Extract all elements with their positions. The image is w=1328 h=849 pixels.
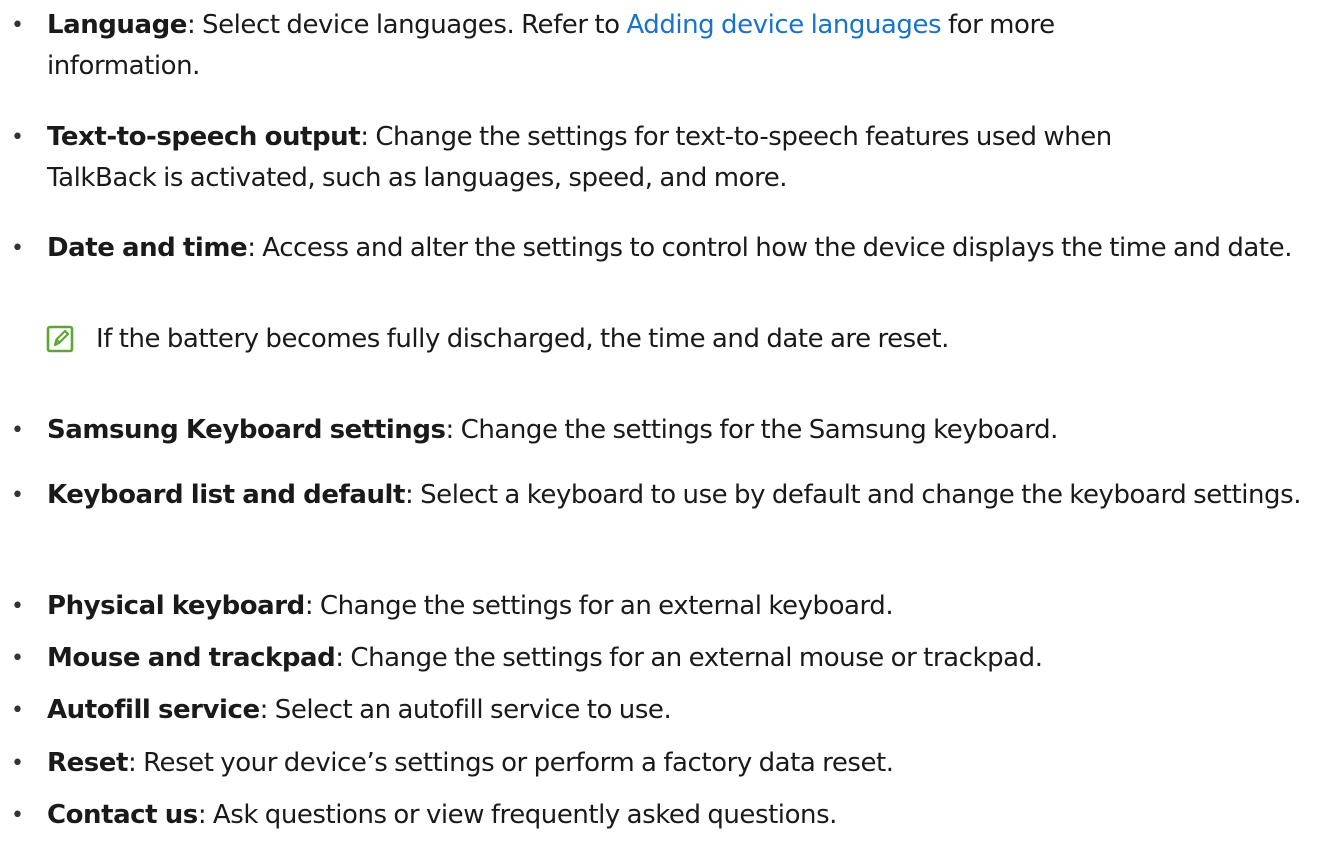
link-adding-device-languages[interactable]: Adding device languages <box>626 10 941 40</box>
term-date-and-time: Date and time <box>47 233 248 263</box>
note-pencil-icon <box>46 325 74 353</box>
bullet: • <box>11 751 24 776</box>
desc-physical-keyboard: : Change the settings for an external ke… <box>304 591 894 621</box>
term-physical-keyboard: Physical keyboard <box>47 591 305 621</box>
note-battery: If the battery becomes fully discharged,… <box>0 319 1328 360</box>
list-item-language: • Language: Select device languages. Ref… <box>0 5 1200 87</box>
bullet: • <box>11 646 24 671</box>
term-samsung-keyboard: Samsung Keyboard settings <box>47 415 446 445</box>
list-item-date-and-time: • Date and time: Access and alter the se… <box>0 228 1328 269</box>
list-item-physical-keyboard: • Physical keyboard: Change the settings… <box>0 586 1328 627</box>
bullet: • <box>11 483 24 508</box>
desc-autofill: : Select an autofill service to use. <box>259 695 672 725</box>
desc-keyboard-list: : Select a keyboard to use by default an… <box>404 480 1302 510</box>
bullet: • <box>11 698 24 723</box>
term-keyboard-list: Keyboard list and default <box>47 480 405 510</box>
list-item-keyboard-list: • Keyboard list and default: Select a ke… <box>0 475 1328 516</box>
bullet: • <box>11 803 24 828</box>
note-text: If the battery becomes fully discharged,… <box>96 324 949 354</box>
desc-samsung-keyboard: : Change the settings for the Samsung ke… <box>445 415 1059 445</box>
list-item-contact-us: • Contact us: Ask questions or view freq… <box>0 795 1328 836</box>
desc-reset: : Reset your device’s settings or perfor… <box>127 748 894 778</box>
term-text-to-speech: Text-to-speech output <box>47 122 361 152</box>
list-item-reset: • Reset: Reset your device’s settings or… <box>0 743 1328 784</box>
term-mouse-trackpad: Mouse and trackpad <box>47 643 336 673</box>
desc-mouse-trackpad: : Change the settings for an external mo… <box>335 643 1043 673</box>
desc-contact-us: : Ask questions or view frequently asked… <box>197 800 838 830</box>
list-item-mouse-trackpad: • Mouse and trackpad: Change the setting… <box>0 638 1328 679</box>
bullet: • <box>11 594 24 619</box>
term-autofill: Autofill service <box>47 695 260 725</box>
bullet: • <box>11 236 24 261</box>
bullet: • <box>11 418 24 443</box>
bullet: • <box>11 13 24 38</box>
list-item-text-to-speech: • Text-to-speech output: Change the sett… <box>0 117 1180 199</box>
list-item-autofill: • Autofill service: Select an autofill s… <box>0 690 1328 731</box>
desc-date-and-time: : Access and alter the settings to contr… <box>247 233 1293 263</box>
term-contact-us: Contact us <box>47 800 198 830</box>
list-item-samsung-keyboard: • Samsung Keyboard settings: Change the … <box>0 410 1328 451</box>
bullet: • <box>11 125 24 150</box>
desc-language-before: : Select device languages. Refer to <box>186 10 627 40</box>
term-reset: Reset <box>47 748 128 778</box>
term-language: Language <box>47 10 187 40</box>
